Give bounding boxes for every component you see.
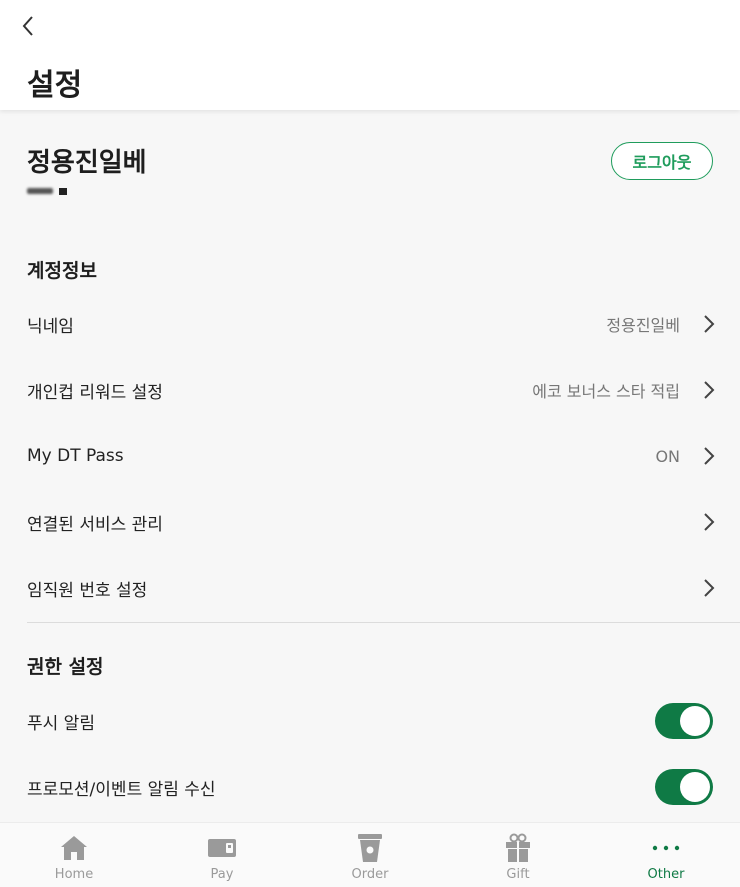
row-label: My DT Pass bbox=[27, 446, 124, 466]
section-divider bbox=[27, 622, 740, 623]
tab-label: Other bbox=[647, 867, 685, 882]
row-push-notification: 푸시 알림 bbox=[0, 688, 740, 754]
settings-content[interactable]: 정용진일베 로그아웃 계정정보 닉네임 정용진일베 개인컵 리워드 설정 에코 … bbox=[0, 110, 740, 822]
chevron-right-icon bbox=[702, 512, 716, 532]
tab-label: Order bbox=[351, 867, 389, 882]
bottom-tab-bar: Home Pay Order Gift Other bbox=[0, 822, 740, 887]
chevron-right-icon bbox=[702, 578, 716, 598]
tab-other[interactable]: Other bbox=[592, 823, 740, 887]
tab-label: Pay bbox=[210, 867, 234, 882]
promotion-notification-toggle[interactable] bbox=[655, 769, 713, 805]
profile-name: 정용진일베 bbox=[27, 148, 147, 178]
row-label: 개인컵 리워드 설정 bbox=[27, 382, 163, 403]
profile-id-redacted bbox=[27, 186, 75, 196]
more-dots-icon bbox=[651, 833, 681, 863]
card-icon bbox=[207, 833, 237, 863]
tab-pay[interactable]: Pay bbox=[148, 823, 296, 887]
home-icon bbox=[59, 833, 89, 863]
row-label: 프로모션/이벤트 알림 수신 bbox=[27, 779, 216, 800]
row-my-dt-pass[interactable]: My DT Pass ON bbox=[0, 423, 740, 489]
row-label: 닉네임 bbox=[27, 316, 74, 337]
tab-label: Home bbox=[54, 867, 94, 882]
page-title: 설정 bbox=[27, 68, 83, 103]
chevron-right-icon bbox=[702, 314, 716, 334]
row-value: 에코 보너스 스타 적립 bbox=[532, 382, 680, 401]
gift-icon bbox=[503, 833, 533, 863]
tab-label: Gift bbox=[506, 867, 530, 882]
row-personal-cup-reward[interactable]: 개인컵 리워드 설정 에코 보너스 스타 적립 bbox=[0, 357, 740, 423]
cup-icon bbox=[355, 833, 385, 863]
row-employee-number[interactable]: 임직원 번호 설정 bbox=[0, 555, 740, 621]
logout-button[interactable]: 로그아웃 bbox=[611, 142, 713, 180]
chevron-right-icon bbox=[702, 446, 716, 466]
row-value: ON bbox=[655, 446, 680, 466]
section-title-permissions: 권한 설정 bbox=[27, 656, 104, 678]
chevron-right-icon bbox=[702, 380, 716, 400]
chevron-left-icon bbox=[22, 16, 33, 36]
app-header: 설정 bbox=[0, 0, 740, 110]
row-connected-services[interactable]: 연결된 서비스 관리 bbox=[0, 489, 740, 555]
tab-gift[interactable]: Gift bbox=[444, 823, 592, 887]
section-title-account: 계정정보 bbox=[27, 260, 97, 282]
tab-home[interactable]: Home bbox=[0, 823, 148, 887]
row-label: 연결된 서비스 관리 bbox=[27, 514, 163, 535]
row-value: 정용진일베 bbox=[606, 316, 680, 335]
row-label: 푸시 알림 bbox=[27, 713, 95, 734]
row-promotion-notification: 프로모션/이벤트 알림 수신 bbox=[0, 754, 740, 820]
push-notification-toggle[interactable] bbox=[655, 703, 713, 739]
row-label: 임직원 번호 설정 bbox=[27, 580, 148, 601]
tab-order[interactable]: Order bbox=[296, 823, 444, 887]
back-button[interactable] bbox=[14, 12, 42, 40]
row-nickname[interactable]: 닉네임 정용진일베 bbox=[0, 291, 740, 357]
